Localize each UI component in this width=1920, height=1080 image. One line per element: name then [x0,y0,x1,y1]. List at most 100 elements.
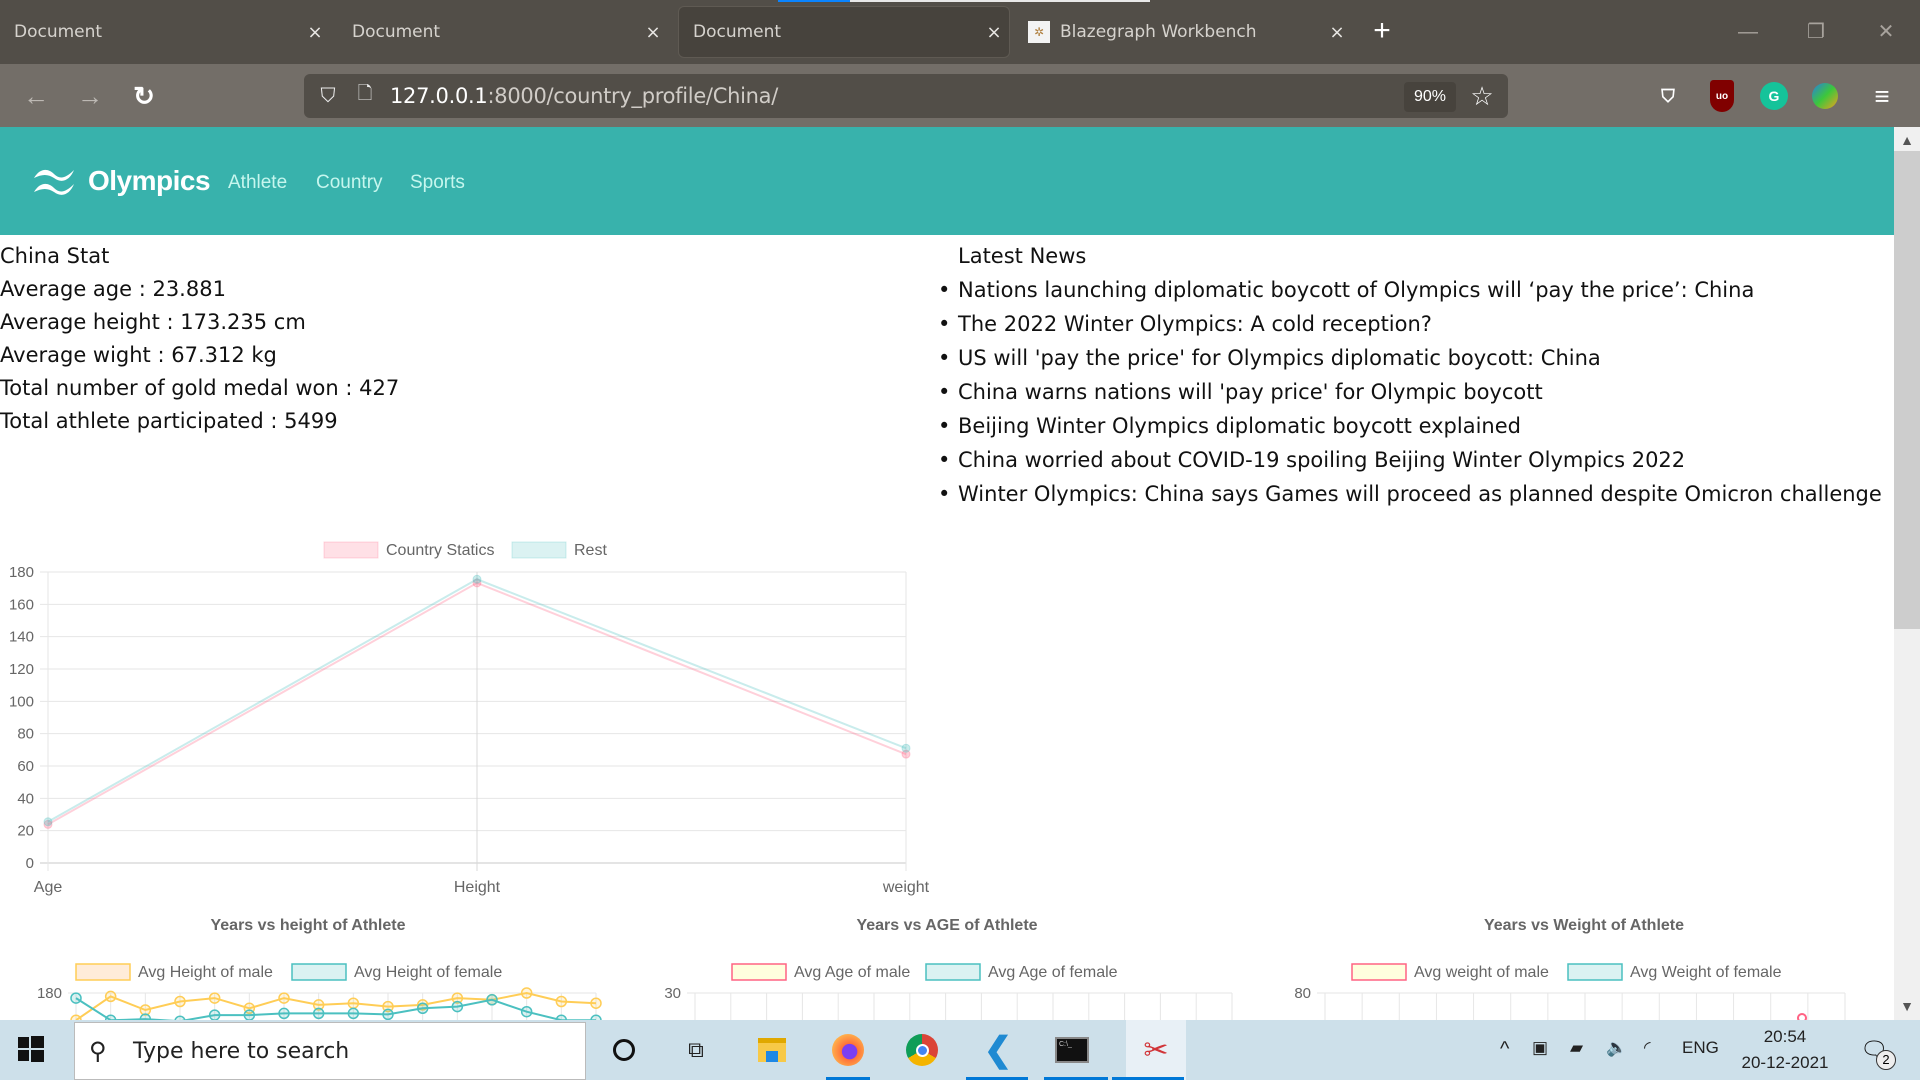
window-minimize-button[interactable]: — [1728,14,1768,50]
news-item[interactable]: Winter Olympics: China says Games will p… [938,477,1882,511]
data-point [901,743,911,753]
tab-label: Document [14,22,103,42]
page-info-icon[interactable]: 🗋 [350,81,380,111]
page-scrollbar[interactable]: ▲ ▼ [1894,127,1920,1020]
file-explorer-icon[interactable] [750,1028,794,1072]
data-point [347,997,360,1009]
y-tick-label: 120 [9,661,34,678]
country-vs-rest-chart: Country Statics Rest 0 20 40 60 80 100 120 140 160… [9,541,930,896]
grammarly-icon[interactable]: G [1760,82,1788,110]
taskbar-clock[interactable]: 20:54 20-12-2021 [1730,1024,1840,1076]
cortana-icon[interactable] [602,1028,646,1072]
language-indicator[interactable]: ENG [1682,1038,1719,1058]
new-tab-button[interactable]: + [1366,14,1398,50]
legend-swatch [1351,963,1407,981]
tab-blazegraph[interactable]: ✲ Blazegraph Workbench × [1016,6,1352,58]
news-item[interactable]: The 2022 Winter Olympics: A cold recepti… [938,307,1882,341]
brand-logo-link[interactable]: Olympics [32,165,211,197]
forward-button[interactable]: → [72,78,108,114]
data-point [347,1007,360,1020]
url-path: :8000/country_profile/China/ [487,84,779,108]
chrome-icon[interactable] [900,1028,944,1072]
data-point [520,1005,533,1018]
tab-close-icon[interactable]: × [300,22,330,43]
pocket-icon[interactable]: ⛉ [1652,80,1684,112]
ublock-icon[interactable]: uo [1710,80,1734,112]
url-host: 127.0.0.1 [390,84,488,108]
snipping-tool-icon[interactable]: ✂ [1126,1020,1186,1080]
legend-swatch [1567,963,1623,981]
x-tick-label: weight [882,879,930,896]
shield-icon[interactable]: ⛉ [314,85,342,108]
tab-document-1[interactable]: Document × [0,6,330,58]
firefox-icon[interactable] [826,1028,870,1072]
tab-label: Blazegraph Workbench [1060,22,1257,42]
tab-close-icon[interactable]: × [979,22,1009,43]
news-item[interactable]: Nations launching diplomatic boycott of … [938,273,1882,307]
weight-by-year-chart: Years vs Weight of Athlete Avg weight of … [1294,917,1846,1020]
series-line [75,997,596,1020]
nav-link-country[interactable]: Country [316,172,383,194]
news-item[interactable]: Beijing Winter Olympics diplomatic boyco… [938,409,1882,443]
legend-swatch [731,963,787,981]
legend-swatch [323,541,379,559]
back-button[interactable]: ← [18,78,54,114]
brand-name: Olympics [88,165,211,196]
vscode-icon[interactable]: ❮ [976,1028,1020,1072]
nav-link-athlete[interactable]: Athlete [228,172,287,194]
tray-app-icon[interactable]: ▣ [1532,1038,1548,1058]
url-text[interactable]: 127.0.0.1:8000/country_profile/China/ [390,84,778,108]
tray-overflow-chevron-icon[interactable]: ^ [1500,1038,1509,1061]
taskbar-search-box[interactable]: ⚲ Type here to search [74,1022,586,1080]
scrollbar-thumb[interactable] [1894,151,1920,629]
data-point [278,1007,290,1020]
data-point [451,1000,464,1013]
age-by-year-chart: Years vs AGE of Athlete Avg Age of male Av… [664,917,1233,1020]
stat-average-age: Average age : 23.881 [0,277,226,301]
task-view-icon[interactable]: ⧉ [674,1028,718,1072]
wifi-icon[interactable]: ◜ [1644,1038,1651,1058]
chart-title: Years vs height of Athlete [210,917,405,934]
stat-average-height: Average height : 173.235 cm [0,310,306,334]
data-point [312,1007,325,1020]
data-point [520,987,533,999]
scroll-up-arrow-icon[interactable]: ▲ [1894,129,1920,151]
news-item[interactable]: US will 'pay the price' for Olympics dip… [938,341,1882,375]
browser-toolbar: ← → ↻ ⛉ 🗋 127.0.0.1:8000/country_profile… [0,64,1920,127]
battery-icon[interactable]: ▰ [1570,1038,1583,1058]
data-point [382,1008,394,1020]
clock-time: 20:54 [1763,1027,1807,1046]
volume-icon[interactable]: 🔈 [1606,1038,1627,1058]
news-item[interactable]: China worried about COVID-19 spoiling Be… [938,443,1882,477]
stat-average-weight: Average wight : 67.312 kg [0,343,277,367]
blazegraph-favicon-icon: ✲ [1028,21,1050,43]
x-tick-label: Age [34,879,63,896]
tab-label: Document [352,22,441,42]
window-restore-button[interactable]: ❐ [1796,14,1836,50]
tab-document-2[interactable]: Document × [338,6,668,58]
legend-label: Avg weight of male [1414,964,1549,981]
legend-label: Avg Height of male [138,964,273,981]
window-close-button[interactable]: ✕ [1866,14,1906,50]
data-point [208,1009,221,1020]
data-point [70,992,82,1004]
tab-close-icon[interactable]: × [638,22,668,43]
idm-icon[interactable] [1812,83,1838,109]
reload-button[interactable]: ↻ [126,78,162,114]
data-point [278,992,290,1004]
y-tick-label: 80 [1294,985,1311,1002]
terminal-icon[interactable]: C:\_ [1050,1028,1094,1072]
zoom-level-button[interactable]: 90% [1403,82,1456,112]
tab-document-3-active[interactable]: Document × [678,6,1010,58]
tab-label: Document [693,22,782,42]
tab-close-icon[interactable]: × [1322,22,1352,43]
menu-icon[interactable]: ≡ [1866,80,1898,112]
bookmark-star-icon[interactable]: ☆ [1464,78,1500,114]
data-point [174,995,186,1008]
windows-start-icon[interactable] [18,1036,44,1062]
scroll-down-arrow-icon[interactable]: ▼ [1894,995,1920,1017]
news-item[interactable]: China warns nations will 'pay price' for… [938,375,1882,409]
address-bar[interactable]: ⛉ 🗋 127.0.0.1:8000/country_profile/China… [304,74,1508,118]
nav-link-sports[interactable]: Sports [410,172,465,194]
stat-total-athletes: Total athlete participated : 5499 [0,409,338,433]
